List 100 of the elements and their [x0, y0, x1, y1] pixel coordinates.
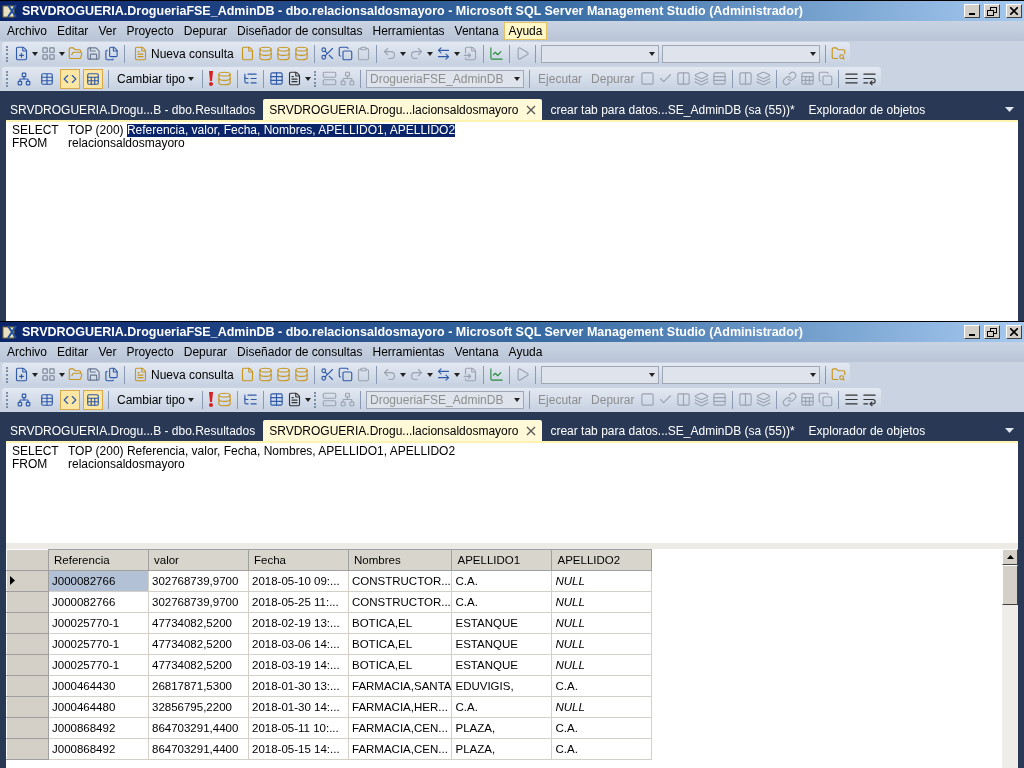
scrollbar[interactable]: [1002, 549, 1018, 768]
list-tree-icon[interactable]: [243, 71, 259, 86]
clipboard-icon[interactable]: [355, 367, 371, 382]
file-plus-icon[interactable]: [14, 46, 29, 61]
file-input-icon[interactable]: [462, 367, 478, 382]
document-tab[interactable]: SRVDROGUERIA.Drogu...lacionsaldosmayoro: [263, 420, 543, 441]
folder-icon[interactable]: [68, 46, 83, 61]
columns-icon[interactable]: [738, 392, 754, 407]
menu-item[interactable]: Herramientas: [367, 343, 450, 361]
restore-button[interactable]: [984, 325, 1000, 339]
dropdown-field[interactable]: [540, 365, 659, 384]
menu-item[interactable]: Archivo: [2, 22, 52, 40]
query-editor[interactable]: SELECT TOP (200) Referencia, valor, Fecha, Nombres, APELLIDO1, APELLIDO2 FROM relacionsaldosmayoro: [6, 120, 1018, 321]
dropdown-arrow-icon[interactable]: [1005, 107, 1014, 112]
minimize-button[interactable]: [964, 325, 980, 339]
menu-item[interactable]: Proyecto: [121, 22, 179, 40]
link-icon[interactable]: [782, 392, 798, 407]
diagram-icon[interactable]: [340, 392, 356, 407]
database-icon[interactable]: [293, 367, 309, 382]
server-icon[interactable]: [322, 71, 338, 86]
copy-icon[interactable]: [337, 46, 353, 61]
change-type-button[interactable]: Cambiar tipo: [114, 390, 198, 409]
exclamation-icon[interactable]: [208, 392, 215, 407]
menu-item[interactable]: Ventana: [449, 343, 504, 361]
copy-icon[interactable]: [337, 367, 353, 382]
database-icon[interactable]: [217, 392, 233, 407]
table-icon[interactable]: [269, 71, 285, 86]
save-icon[interactable]: [86, 367, 101, 382]
menu-item[interactable]: Ver: [93, 22, 122, 40]
menu-item[interactable]: Depurar: [178, 343, 233, 361]
up-arrow-icon[interactable]: [1006, 555, 1014, 559]
document-tab[interactable]: crear tab para datos...SE_AdminDB (sa (55))*: [544, 420, 801, 441]
diagram-icon[interactable]: [340, 71, 356, 86]
file-input-icon[interactable]: [462, 46, 478, 61]
menu-item[interactable]: Depurar: [178, 22, 233, 40]
grid-icon[interactable]: [41, 46, 56, 61]
close-button[interactable]: [1006, 4, 1022, 18]
save-icon[interactable]: [86, 46, 101, 61]
table-icon[interactable]: [269, 392, 285, 407]
document-tab[interactable]: Explorador de objetos: [802, 99, 932, 120]
menu-item[interactable]: Editar: [52, 22, 94, 40]
stop-icon[interactable]: [640, 392, 656, 407]
exclamation-icon[interactable]: [208, 71, 215, 86]
document-icon[interactable]: [287, 392, 303, 407]
files-icon[interactable]: [104, 46, 119, 61]
menu-item[interactable]: Editar: [52, 343, 94, 361]
play-icon[interactable]: [514, 46, 530, 61]
close-icon[interactable]: [526, 425, 537, 436]
columns-icon[interactable]: [676, 71, 692, 86]
scrollbar-thumb[interactable]: [1002, 565, 1018, 605]
files-icon[interactable]: [104, 367, 119, 382]
align-icon[interactable]: [844, 71, 860, 86]
redo-icon[interactable]: [408, 367, 424, 382]
redo-icon[interactable]: [408, 46, 424, 61]
folder-search-icon[interactable]: [830, 367, 846, 382]
scissors-icon[interactable]: [319, 46, 335, 61]
database-icon[interactable]: [293, 46, 309, 61]
copy-icon[interactable]: [818, 71, 834, 86]
clipboard-icon[interactable]: [355, 46, 371, 61]
layers-icon[interactable]: [694, 71, 710, 86]
chart-icon[interactable]: [488, 46, 504, 61]
column-header[interactable]: valor: [148, 549, 249, 571]
row-header[interactable]: [6, 570, 49, 592]
new-query-button[interactable]: Nueva consulta: [130, 44, 237, 63]
database-icon[interactable]: [217, 71, 233, 86]
wrap-icon[interactable]: [862, 71, 878, 86]
menu-item[interactable]: Proyecto: [121, 343, 179, 361]
column-header[interactable]: Referencia: [48, 549, 149, 571]
query-editor[interactable]: SELECT TOP (200) Referencia, valor, Fecha, Nombres, APELLIDO1, APELLIDO2 FROM relacionsaldosmayoro: [6, 441, 1018, 543]
scissors-icon[interactable]: [319, 367, 335, 382]
list-tree-icon[interactable]: [243, 392, 259, 407]
menu-item[interactable]: Diseñador de consultas: [232, 22, 368, 40]
column-header[interactable]: APELLIDO1: [451, 549, 552, 571]
change-type-button[interactable]: Cambiar tipo: [114, 69, 198, 88]
folder-icon[interactable]: [68, 367, 83, 382]
pane-toggle-button[interactable]: [83, 68, 103, 89]
rows-icon[interactable]: [712, 392, 728, 407]
dropdown-field[interactable]: [661, 365, 820, 384]
folder-search-icon[interactable]: [830, 46, 846, 61]
menu-item[interactable]: Herramientas: [367, 22, 450, 40]
layers-icon[interactable]: [694, 392, 710, 407]
pane-toggle-button[interactable]: [83, 389, 103, 410]
rows-icon[interactable]: [712, 71, 728, 86]
database-icon[interactable]: [275, 46, 291, 61]
pane-toggle-button[interactable]: [60, 68, 80, 89]
undo-icon[interactable]: [381, 46, 397, 61]
document-tab[interactable]: SRVDROGUERIA.Drogu...B - dbo.Resultados: [4, 99, 262, 120]
link-icon[interactable]: [782, 71, 798, 86]
menu-item[interactable]: Diseñador de consultas: [232, 343, 368, 361]
menu-item[interactable]: Archivo: [2, 343, 52, 361]
document-tab[interactable]: Explorador de objetos: [802, 420, 932, 441]
document-icon[interactable]: [287, 71, 303, 86]
dropdown-arrow-icon[interactable]: [1005, 428, 1014, 433]
column-header[interactable]: APELLIDO2: [551, 549, 652, 571]
database-icon[interactable]: [257, 46, 273, 61]
pane-toggle-button[interactable]: [60, 389, 80, 410]
close-button[interactable]: [1006, 325, 1022, 339]
chart-icon[interactable]: [488, 367, 504, 382]
database-icon[interactable]: [275, 367, 291, 382]
layers-icon[interactable]: [756, 392, 772, 407]
